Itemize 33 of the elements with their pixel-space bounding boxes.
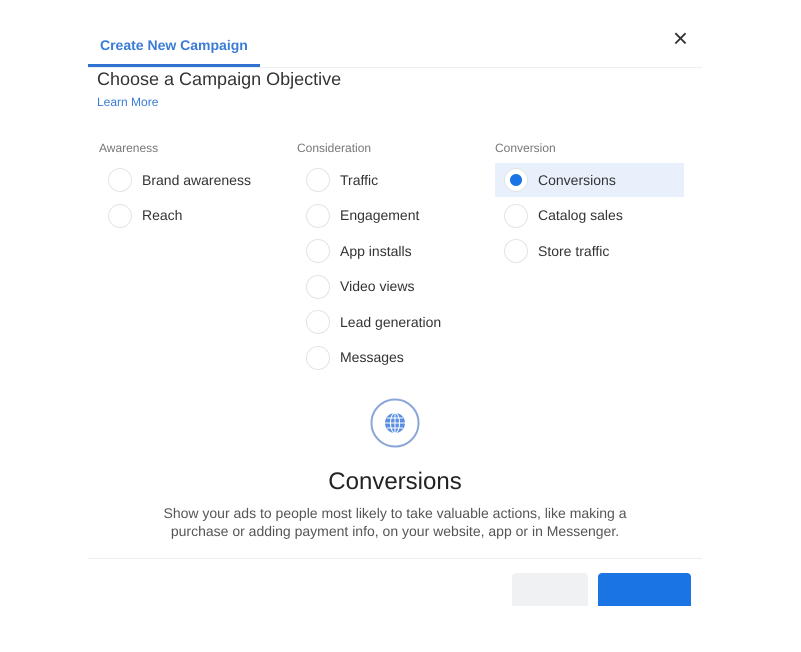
radio-button[interactable] [306,204,330,228]
continue-button[interactable] [598,573,691,606]
radio-button[interactable] [504,204,528,228]
objective-option[interactable]: Store traffic [495,234,684,268]
radio-button[interactable] [504,168,528,192]
group-title: Consideration [297,140,372,157]
radio-button[interactable] [108,168,132,192]
radio-button[interactable] [306,310,330,334]
tab[interactable]: Create New Campaign [88,32,260,67]
radio-button[interactable] [306,239,330,263]
objective-option[interactable]: Brand awareness [99,163,288,197]
objective-option[interactable]: Lead generation [297,305,486,339]
group-title: Conversion [495,140,556,157]
radio-button[interactable] [306,274,330,298]
radio-button[interactable] [108,204,132,228]
objective-option[interactable]: Video views [297,270,486,304]
group-title: Awareness [99,140,158,157]
objective-option[interactable]: Traffic [297,163,486,197]
objective-option[interactable]: Conversions [495,163,684,197]
learn-more-link[interactable]: Learn More [97,95,158,109]
objective-option[interactable]: Reach [99,198,288,232]
objective-option[interactable]: Catalog sales [495,198,684,232]
objective-option[interactable]: App installs [297,234,486,268]
globe-icon [370,398,420,448]
radio-button[interactable] [504,239,528,263]
objective-description: Show your ads to people most likely to take valuable actions, like making a purchase or adding payment info, on your website, app or in Messenger. [162,504,628,540]
objective-option[interactable]: Messages [297,340,486,374]
radio-button[interactable] [306,168,330,192]
close-button[interactable]: × [672,25,688,51]
objective-title: Conversions [328,468,462,496]
objective-option[interactable]: Engagement [297,198,486,232]
heading: Choose a Campaign Objective [97,68,342,90]
radio-button[interactable] [306,346,330,370]
